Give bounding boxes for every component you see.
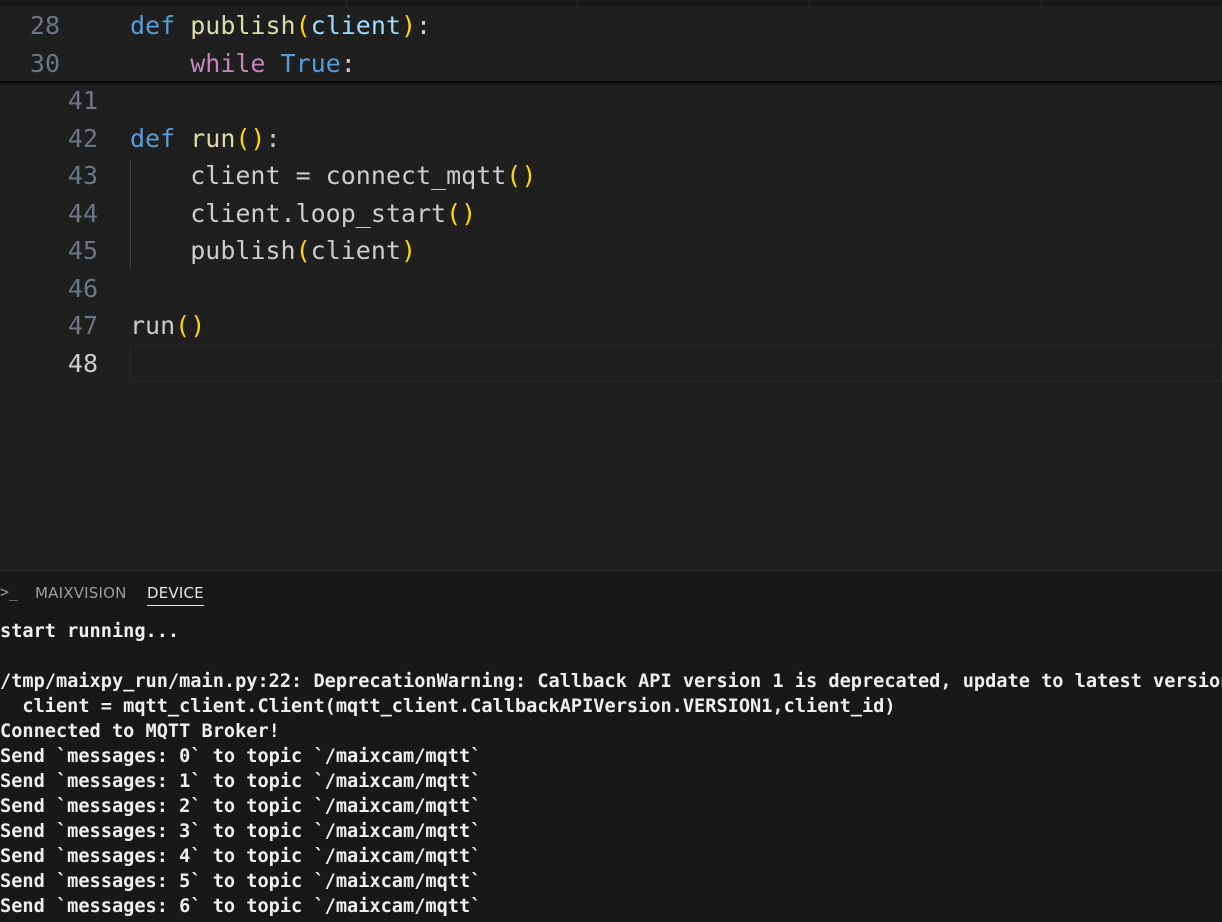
code-token: while <box>190 48 266 78</box>
code-line[interactable]: 30 while True: <box>0 45 1222 82</box>
code-text[interactable]: while True: <box>130 45 356 82</box>
code-text[interactable]: publish(client) <box>130 232 416 269</box>
code-line[interactable]: 43 client = connect_mqtt() <box>0 157 1222 194</box>
output-line: Send `messages: 5` to topic `/maixcam/mq… <box>0 871 482 892</box>
code-token: ) <box>400 11 417 40</box>
line-number: 45 <box>67 236 98 265</box>
output-line: start running... <box>0 621 180 642</box>
terminal-icon[interactable]: >_ <box>0 583 18 601</box>
device-output[interactable]: start running... /tmp/maixpy_run/main.py:… <box>0 619 1222 919</box>
code-token: () <box>235 123 266 153</box>
line-number: 47 <box>67 311 98 340</box>
panel-tab-bar: >_ MAIXVISION DEVICE <box>0 571 1222 615</box>
output-line: Send `messages: 3` to topic `/maixcam/mq… <box>0 821 482 842</box>
code-token: ( <box>295 11 311 40</box>
code-text[interactable]: run() <box>130 307 205 344</box>
code-text[interactable]: def run(): <box>130 120 281 157</box>
code-token: : <box>416 11 432 40</box>
code-token: : <box>265 123 281 153</box>
tab-device[interactable]: DEVICE <box>147 584 204 606</box>
code-token: () <box>446 198 477 228</box>
code-token: run <box>130 311 176 340</box>
output-line: Send `messages: 6` to topic `/maixcam/mq… <box>0 896 482 917</box>
line-number: 46 <box>67 273 98 303</box>
output-panel: >_ MAIXVISION DEVICE start running... /tm… <box>0 570 1222 922</box>
code-token: client <box>310 236 401 265</box>
code-token: run <box>190 123 236 153</box>
code-line[interactable]: 42 def run(): <box>0 120 1222 157</box>
code-line[interactable]: 28 def publish(client): <box>0 7 1222 44</box>
code-line[interactable]: 47 run() <box>0 307 1222 344</box>
code-text[interactable]: client.loop_start() <box>130 195 476 232</box>
code-line[interactable]: 41 <box>0 82 1222 119</box>
indent-guide <box>130 159 131 268</box>
sticky-scroll-header[interactable]: 28 def publish(client): 30 while True: <box>0 6 1222 82</box>
code-token: : <box>340 48 356 78</box>
code-token: () <box>175 311 206 340</box>
current-line-highlight <box>130 344 1222 382</box>
line-number: 42 <box>67 123 98 153</box>
code-token: () <box>506 161 537 190</box>
output-line: client = mqtt_client.Client(mqtt_client.… <box>0 696 896 717</box>
output-line: Send `messages: 4` to topic `/maixcam/mq… <box>0 846 482 867</box>
code-token: def <box>130 11 176 40</box>
code-token: client = connect_mqtt <box>190 161 507 190</box>
line-number: 48 <box>67 348 98 378</box>
code-token: publish <box>190 236 296 265</box>
code-text[interactable]: def publish(client): <box>130 7 431 44</box>
tab-maixvision[interactable]: MAIXVISION <box>35 584 127 602</box>
code-token: client.loop_start <box>190 198 447 228</box>
code-line[interactable]: 45 publish(client) <box>0 232 1222 269</box>
line-number: 30 <box>29 48 60 78</box>
code-token: client <box>310 11 401 40</box>
code-text[interactable]: client = connect_mqtt() <box>130 157 536 194</box>
line-number: 43 <box>67 161 98 190</box>
line-number: 41 <box>67 86 98 115</box>
line-number: 44 <box>67 198 98 228</box>
code-token: ( <box>295 236 311 265</box>
code-token: ) <box>400 236 417 265</box>
line-number: 28 <box>29 11 60 40</box>
output-line: Send `messages: 0` to topic `/maixcam/mq… <box>0 746 482 767</box>
code-token: publish <box>190 11 296 40</box>
output-line: Connected to MQTT Broker! <box>0 721 280 742</box>
code-line[interactable]: 48 <box>0 344 1222 382</box>
output-line: /tmp/maixpy_run/main.py:22: DeprecationW… <box>0 671 1222 692</box>
code-token: def <box>130 123 176 153</box>
code-line[interactable]: 44 client.loop_start() <box>0 195 1222 232</box>
output-line: Send `messages: 1` to topic `/maixcam/mq… <box>0 771 482 792</box>
code-token: True <box>280 48 341 78</box>
code-editor[interactable]: 28 def publish(client): 30 while True: 41 4… <box>0 0 1222 570</box>
code-line[interactable]: 46 <box>0 270 1222 307</box>
output-line: Send `messages: 2` to topic `/maixcam/mq… <box>0 796 482 817</box>
